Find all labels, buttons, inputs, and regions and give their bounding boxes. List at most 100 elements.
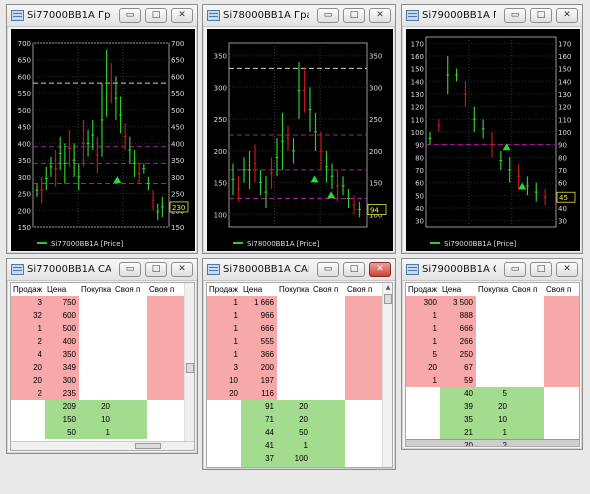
- table-cell[interactable]: [345, 335, 383, 348]
- table-cell[interactable]: 3: [207, 361, 241, 374]
- buy-row[interactable]: 41 1: [207, 439, 383, 452]
- table-cell[interactable]: [406, 426, 440, 439]
- column-header[interactable]: Цена: [241, 283, 277, 296]
- minimize-button[interactable]: ▭: [119, 262, 141, 277]
- table-cell[interactable]: [510, 296, 544, 309]
- table-cell[interactable]: [476, 348, 510, 361]
- table-cell[interactable]: 20: [11, 374, 45, 387]
- table-cell[interactable]: [207, 400, 241, 413]
- table-cell[interactable]: 349: [45, 361, 79, 374]
- table-cell[interactable]: 666: [440, 322, 476, 335]
- buy-row[interactable]: 71 20: [207, 413, 383, 426]
- table-cell[interactable]: 59: [440, 374, 476, 387]
- table-cell[interactable]: [544, 335, 579, 348]
- table-cell[interactable]: [406, 438, 440, 446]
- table-cell[interactable]: [345, 387, 383, 400]
- column-header[interactable]: Своя п: [544, 283, 579, 296]
- table-cell[interactable]: [277, 322, 311, 335]
- table-cell[interactable]: 1: [406, 322, 440, 335]
- buy-row[interactable]: 37 100: [207, 452, 383, 465]
- table-cell[interactable]: 1 666: [241, 296, 277, 309]
- column-header[interactable]: Своя п: [345, 283, 383, 296]
- column-header[interactable]: Продаж: [11, 283, 45, 296]
- table-cell[interactable]: [207, 452, 241, 465]
- buy-row[interactable]: 91 20: [207, 400, 383, 413]
- price-chart[interactable]: 350 350 300 300 250 250 200 200 150 150 100 100 94 Si…: [207, 29, 393, 251]
- scroll-thumb[interactable]: [186, 363, 194, 373]
- table-cell[interactable]: 23: [241, 465, 277, 467]
- table-cell[interactable]: 555: [241, 335, 277, 348]
- scroll-up-icon[interactable]: ▲: [384, 284, 392, 292]
- sell-row[interactable]: 4 350: [11, 348, 185, 361]
- table-cell[interactable]: 1: [406, 309, 440, 322]
- table-cell[interactable]: [476, 335, 510, 348]
- table-cell[interactable]: [476, 361, 510, 374]
- table-cell[interactable]: 20: [277, 413, 311, 426]
- table-cell[interactable]: [113, 413, 147, 426]
- table-cell[interactable]: 2: [476, 438, 510, 446]
- close-button[interactable]: ✕: [556, 8, 578, 23]
- table-cell[interactable]: 20: [79, 400, 113, 413]
- sell-row[interactable]: 1 888: [406, 309, 579, 322]
- price-chart[interactable]: 170 170 160 160 150 150 140 140 130 130 120 120 110 1…: [406, 29, 580, 251]
- title-bar[interactable]: Si78000BB1A CALL [F... ▭ □ ✕: [203, 259, 395, 281]
- table-cell[interactable]: [11, 426, 45, 439]
- sell-row[interactable]: 3 750: [11, 296, 185, 309]
- table-cell[interactable]: [113, 296, 147, 309]
- table-cell[interactable]: 366: [241, 348, 277, 361]
- table-cell[interactable]: [510, 426, 544, 439]
- table-cell[interactable]: 350: [45, 348, 79, 361]
- table-cell[interactable]: 20: [277, 400, 311, 413]
- table-cell[interactable]: 200: [241, 361, 277, 374]
- table-cell[interactable]: [345, 374, 383, 387]
- sell-row[interactable]: 20 116: [207, 387, 383, 400]
- table-cell[interactable]: [113, 322, 147, 335]
- table-cell[interactable]: [147, 322, 185, 335]
- table-cell[interactable]: 44: [241, 426, 277, 439]
- table-cell[interactable]: [113, 348, 147, 361]
- table-cell[interactable]: [311, 452, 345, 465]
- order-book-table[interactable]: Продаж Цена Покупка Своя п Своя п 3 750 32 600 1 5…: [10, 282, 195, 451]
- table-cell[interactable]: [311, 361, 345, 374]
- table-cell[interactable]: [510, 413, 544, 426]
- table-cell[interactable]: 750: [45, 296, 79, 309]
- table-cell[interactable]: 20: [11, 361, 45, 374]
- table-cell[interactable]: 197: [241, 374, 277, 387]
- minimize-button[interactable]: ▭: [504, 262, 526, 277]
- column-header[interactable]: Своя п: [311, 283, 345, 296]
- table-cell[interactable]: [345, 309, 383, 322]
- table-cell[interactable]: 37: [241, 452, 277, 465]
- table-cell[interactable]: [510, 361, 544, 374]
- buy-row[interactable]: 150 10: [11, 413, 185, 426]
- maximize-button[interactable]: □: [530, 8, 552, 23]
- table-cell[interactable]: 3: [11, 296, 45, 309]
- column-header[interactable]: Покупка: [476, 283, 510, 296]
- table-cell[interactable]: [277, 296, 311, 309]
- table-cell[interactable]: 50: [45, 426, 79, 439]
- table-cell[interactable]: 1: [277, 439, 311, 452]
- table-cell[interactable]: [510, 400, 544, 413]
- table-cell[interactable]: 888: [440, 309, 476, 322]
- column-header[interactable]: Покупка: [277, 283, 311, 296]
- table-cell[interactable]: 39: [440, 400, 476, 413]
- chart-window-3[interactable]: Si79000BB1A Гр... ▭ □ ✕ 1701701601601501…: [401, 4, 583, 254]
- table-cell[interactable]: [79, 387, 113, 400]
- table-cell[interactable]: [113, 361, 147, 374]
- maximize-button[interactable]: □: [145, 8, 167, 23]
- table-cell[interactable]: 4: [11, 348, 45, 361]
- table-cell[interactable]: [277, 387, 311, 400]
- table-cell[interactable]: [345, 361, 383, 374]
- vertical-scrollbar[interactable]: ▲: [382, 283, 392, 467]
- table-cell[interactable]: [510, 322, 544, 335]
- close-button[interactable]: ✕: [556, 262, 578, 277]
- table-cell[interactable]: 71: [241, 413, 277, 426]
- table-cell[interactable]: 1: [406, 374, 440, 387]
- table-cell[interactable]: [311, 413, 345, 426]
- table-cell[interactable]: [345, 413, 383, 426]
- table-cell[interactable]: [311, 348, 345, 361]
- table-cell[interactable]: 10: [207, 374, 241, 387]
- buy-row[interactable]: 39 20: [406, 400, 579, 413]
- buy-row[interactable]: 35 10: [406, 413, 579, 426]
- title-bar[interactable]: Si79000BB1A CA... ▭ □ ✕: [402, 259, 582, 281]
- table-cell[interactable]: 150: [45, 413, 79, 426]
